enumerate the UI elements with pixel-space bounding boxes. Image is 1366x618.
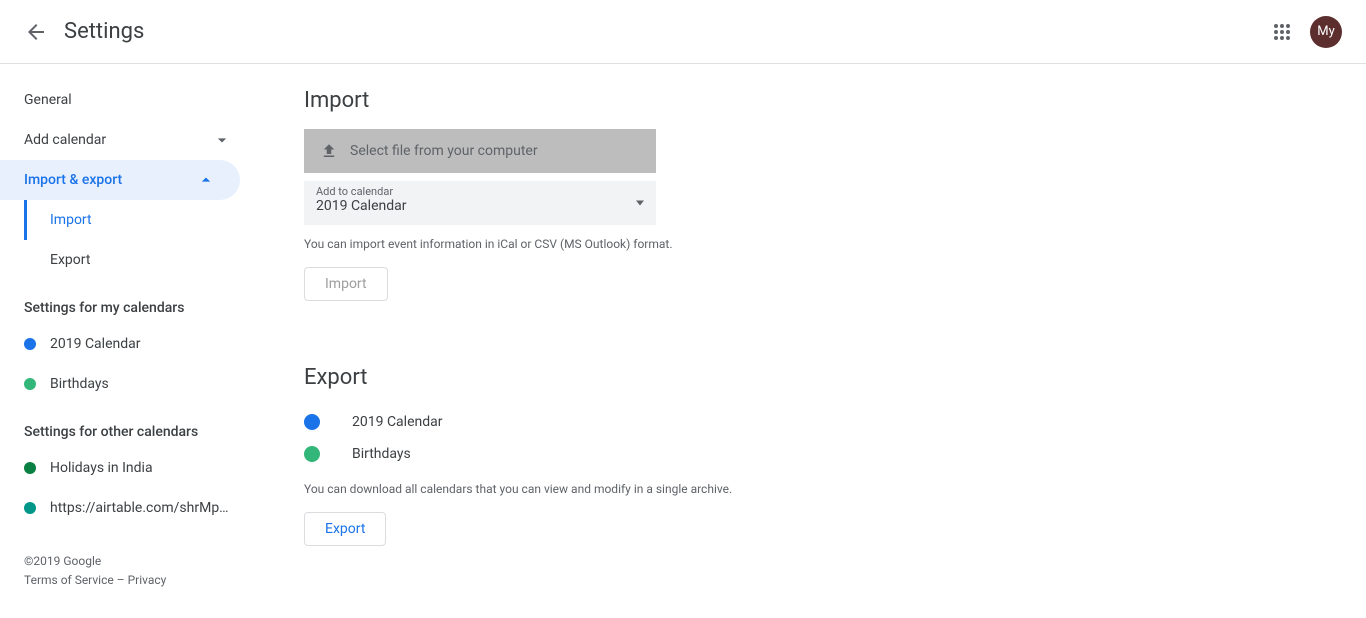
sidebar-subitem-export[interactable]: Export [26,240,256,280]
calendar-color-dot [304,446,320,462]
calendar-label: https://airtable.com/shrMp… [50,500,229,516]
export-calendar-row: Birthdays [304,438,1318,470]
sidebar-subitem-import[interactable]: Import [24,200,256,240]
copyright-text: ©2019 Google [24,552,232,571]
calendar-label: Holidays in India [50,460,153,476]
sidebar-item-import-export[interactable]: Import & export [0,160,240,200]
import-button[interactable]: Import [304,267,388,301]
page-title: Settings [64,19,144,44]
footer-links: Terms of Service – Privacy [24,571,232,590]
select-file-button[interactable]: Select file from your computer [304,129,656,173]
calendar-color-dot [304,414,320,430]
calendar-color-dot [24,378,36,390]
export-help-text: You can download all calendars that you … [304,482,1318,496]
export-button[interactable]: Export [304,512,386,546]
import-help-text: You can import event information in iCal… [304,237,1318,251]
calendar-color-dot [24,338,36,350]
arrow-left-icon [24,20,48,44]
apps-button[interactable] [1270,20,1294,44]
sidebar-footer: ©2019 Google Terms of Service – Privacy [0,528,256,590]
sidebar-subitems: Import Export [24,200,256,280]
select-value: 2019 Calendar [316,198,644,214]
select-label: Add to calendar [316,185,644,198]
apps-grid-icon [1273,23,1291,41]
sidebar-item-add-calendar[interactable]: Add calendar [0,120,256,160]
sidebar-section-my-calendars: Settings for my calendars [0,280,256,324]
select-file-label: Select file from your computer [350,143,538,159]
footer-sep: – [114,573,128,587]
upload-icon [320,142,338,160]
back-button[interactable] [24,20,48,44]
chevron-up-icon [196,170,216,190]
user-avatar[interactable]: My [1310,16,1342,48]
privacy-link[interactable]: Privacy [128,573,167,587]
export-calendar-label: Birthdays [352,446,411,462]
sidebar: General Add calendar Import & export Imp… [0,64,256,618]
export-calendar-row: 2019 Calendar [304,406,1318,438]
sidebar-label: General [24,92,72,108]
sidebar-section-other-calendars: Settings for other calendars [0,404,256,448]
sidebar-item-general[interactable]: General [0,80,256,120]
sidebar-calendar-item[interactable]: Birthdays [0,364,256,404]
export-section: Export 2019 Calendar Birthdays You can d… [304,365,1318,546]
calendar-color-dot [24,462,36,474]
layout: General Add calendar Import & export Imp… [0,64,1366,618]
import-heading: Import [304,88,1318,113]
caret-down-icon [636,201,644,206]
export-calendar-label: 2019 Calendar [352,414,443,430]
calendar-label: Birthdays [50,376,109,392]
sidebar-label: Add calendar [24,132,106,148]
sidebar-calendar-item[interactable]: 2019 Calendar [0,324,256,364]
terms-link[interactable]: Terms of Service [24,573,114,587]
calendar-label: 2019 Calendar [50,336,141,352]
header-left: Settings [24,19,144,44]
chevron-down-icon [212,130,232,150]
sidebar-calendar-item[interactable]: Holidays in India [0,448,256,488]
export-heading: Export [304,365,1318,390]
header-right: My [1270,16,1342,48]
calendar-color-dot [24,502,36,514]
add-to-calendar-select[interactable]: Add to calendar 2019 Calendar [304,181,656,225]
main-content: Import Select file from your computer Ad… [256,64,1366,618]
sidebar-label: Import & export [24,172,122,188]
app-header: Settings My [0,0,1366,64]
sidebar-calendar-item[interactable]: https://airtable.com/shrMp… [0,488,256,528]
